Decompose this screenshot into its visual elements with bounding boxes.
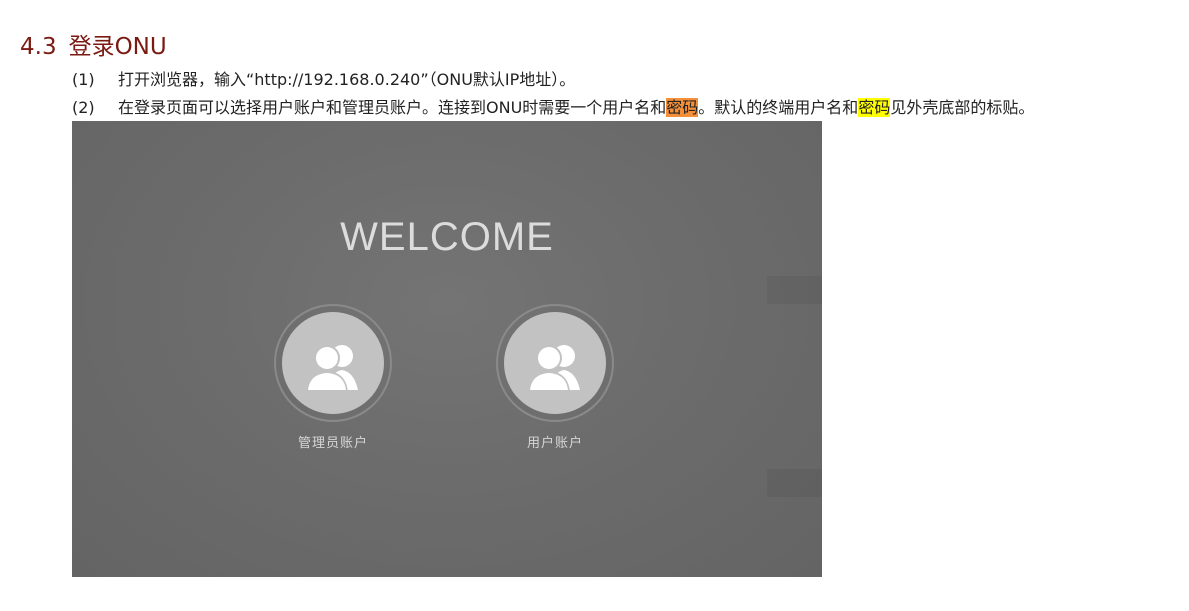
background-stripe bbox=[767, 276, 822, 304]
admin-account-label: 管理员账户 bbox=[297, 436, 368, 451]
users-icon bbox=[528, 345, 580, 392]
admin-account-button[interactable]: 管理员账户 bbox=[273, 304, 393, 451]
users-icon bbox=[306, 345, 358, 392]
section-title: 登录ONU bbox=[68, 34, 167, 60]
avatar-ring bbox=[274, 304, 392, 422]
welcome-title: WELCOME bbox=[340, 215, 554, 259]
user-account-label: 用户账户 bbox=[526, 436, 583, 451]
avatar-circle bbox=[282, 312, 384, 414]
background-stripe bbox=[767, 469, 822, 497]
avatar-circle bbox=[504, 312, 606, 414]
step-text: 在登录页面可以选择用户账户和管理员账户。连接到ONU时需要一个用户名和 bbox=[118, 98, 667, 117]
step-2: (2) 在登录页面可以选择用户账户和管理员账户。连接到ONU时需要一个用户名和密码… bbox=[72, 94, 1034, 118]
document-page: 4.3 登录ONU (1) 打开浏览器，输入“http://192.168.0.24… bbox=[0, 0, 1189, 611]
step-text: 。默认的终端用户名和 bbox=[698, 98, 859, 117]
step-text: 见外壳底部的标贴。 bbox=[890, 98, 1035, 117]
step-text: 打开浏览器，输入“http://192.168.0.240”（ONU默认IP地址… bbox=[118, 70, 576, 89]
step-index: (1) bbox=[72, 70, 95, 89]
section-heading: 4.3 登录ONU bbox=[20, 27, 167, 61]
avatar-ring bbox=[496, 304, 614, 422]
login-screenshot: WELCOME 管理员账户 用户账户 bbox=[72, 121, 822, 577]
section-number: 4.3 bbox=[20, 34, 57, 60]
highlight-password-yellow: 密码 bbox=[858, 98, 891, 117]
step-index: (2) bbox=[72, 98, 95, 117]
highlight-password-orange: 密码 bbox=[666, 98, 699, 117]
step-1: (1) 打开浏览器，输入“http://192.168.0.240”（ONU默认I… bbox=[72, 66, 575, 90]
user-account-button[interactable]: 用户账户 bbox=[495, 304, 615, 451]
